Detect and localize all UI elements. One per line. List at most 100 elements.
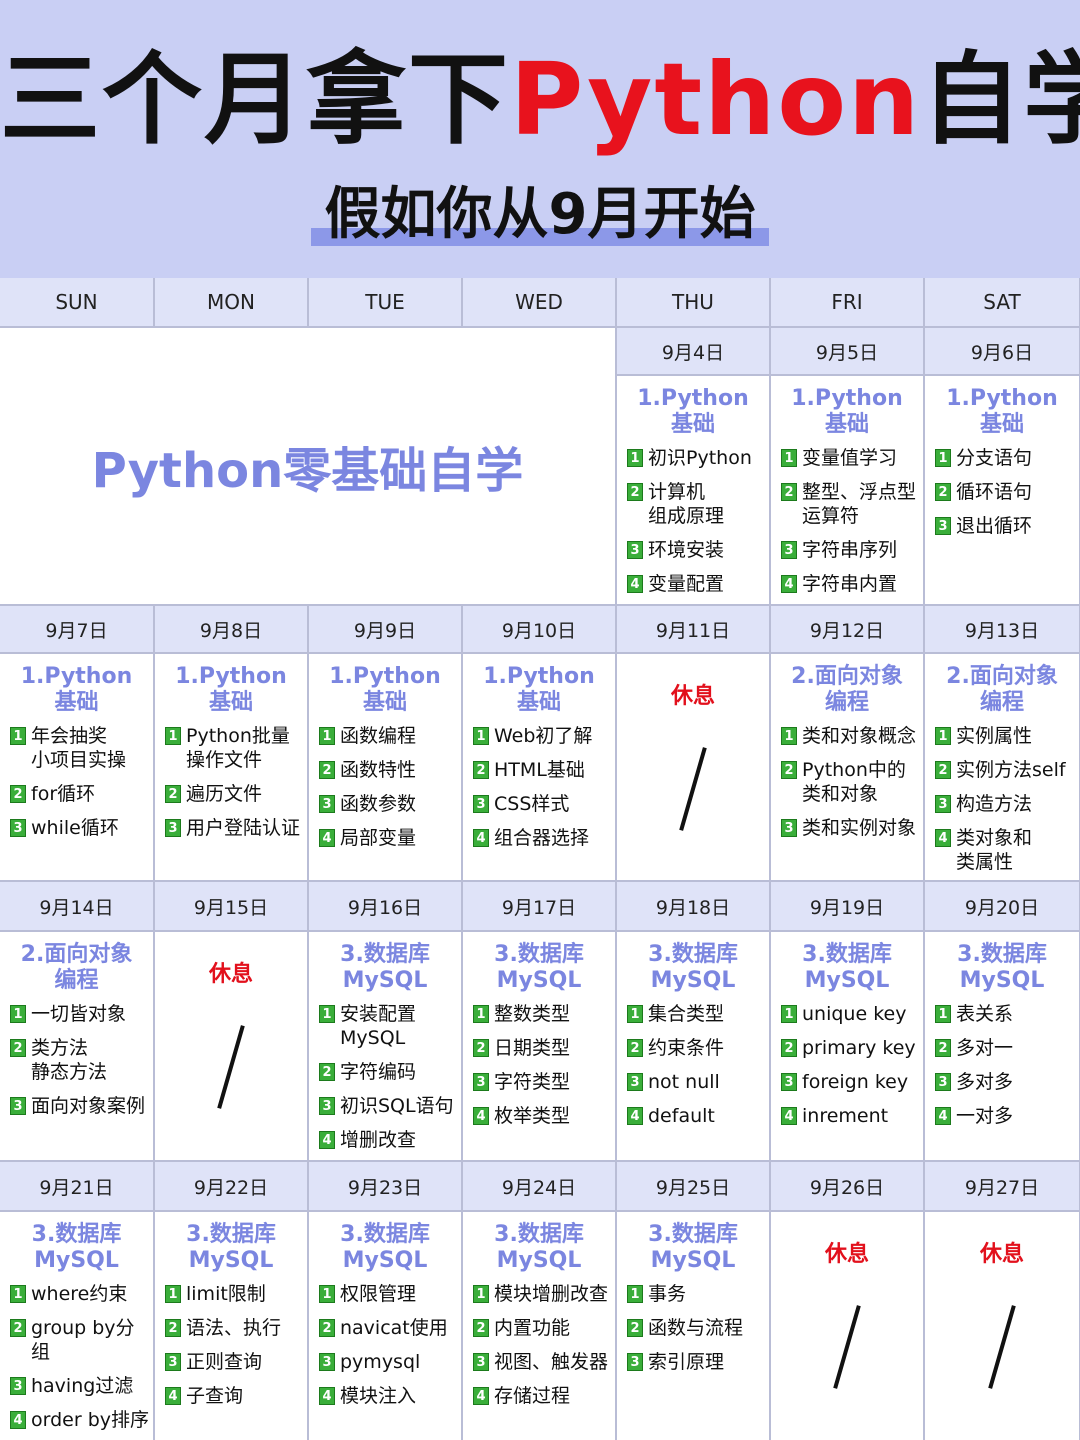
topic-item: 1 unique key (781, 1002, 923, 1026)
topic-item: 2 HTML基础 (473, 758, 615, 782)
date-label: 9月25日 (617, 1162, 769, 1210)
topic-text: 变量值学习 (802, 447, 898, 469)
rest-day: 休息 (771, 1212, 923, 1440)
topic-item: 2 for循环 (10, 782, 153, 806)
date-label: 9月12日 (771, 606, 923, 652)
slash-mark (833, 1305, 861, 1389)
slash-mark (679, 747, 707, 831)
number-badge: 2 (627, 1039, 643, 1057)
topic-text: 一切皆对象 (31, 1003, 127, 1025)
weekday-header: MON (155, 278, 307, 326)
topic-item: 1 模块增删改查 (473, 1282, 615, 1306)
topic-text: 事务 (648, 1283, 687, 1305)
topic-item: 2 遍历文件 (165, 782, 307, 806)
topic-item: 4 类对象和 类属性 (935, 826, 1079, 874)
day-plan: 3.数据库 MySQL 1 安装配置 MySQL 2 字符编码 3 初识SQL语句 4 增删改查 (309, 932, 461, 1160)
weekday-header: SUN (0, 278, 153, 326)
number-badge: 1 (781, 727, 797, 745)
day-plan: 3.数据库 MySQL 1 事务 2 函数与流程 3 索引原理 (617, 1212, 769, 1440)
day-plan: 1.Python 基础 1 Web初了解 2 HTML基础 3 CSS样式 4 组合器选择 (463, 654, 615, 880)
number-badge: 2 (935, 1039, 951, 1057)
topic-item: 2 函数特性 (319, 758, 461, 782)
topic-item: 1 Python批量 操作文件 (165, 724, 307, 772)
topic-item: 3 foreign key (781, 1070, 923, 1094)
topic-text: 日期类型 (494, 1037, 571, 1059)
topic-item: 3 字符类型 (473, 1070, 615, 1094)
number-badge: 1 (781, 449, 797, 467)
topic-item: 2 内置功能 (473, 1316, 615, 1340)
topic-item: 1 变量值学习 (781, 446, 923, 470)
calendar-grid: SUN MON TUE WED THU FRI SAT Python零基础自学 9月4日 1.Py… (0, 278, 1080, 1440)
module-title: 3.数据库 MySQL (802, 942, 892, 993)
number-badge: 3 (935, 1073, 951, 1091)
number-badge: 4 (165, 1387, 181, 1405)
topic-text: 约束条件 (648, 1037, 725, 1059)
topic-item: 1 集合类型 (627, 1002, 769, 1026)
module-title: 3.数据库 MySQL (494, 942, 584, 993)
number-badge: 3 (473, 1353, 489, 1371)
topic-item: 4 一对多 (935, 1104, 1079, 1128)
topic-item: 1 limit限制 (165, 1282, 307, 1306)
number-badge: 1 (10, 1285, 26, 1303)
topic-item: 1 函数编程 (319, 724, 461, 748)
number-badge: 4 (319, 1387, 335, 1405)
topic-item: 3 函数参数 (319, 792, 461, 816)
rest-label: 休息 (979, 1242, 1024, 1267)
day-plan: 2.面向对象 编程 1 一切皆对象 2 类方法 静态方法 3 面向对象案例 (0, 932, 153, 1160)
topic-text: 表关系 (956, 1003, 1014, 1025)
module-title: 2.面向对象 编程 (20, 942, 133, 993)
rest-day: 休息 (155, 932, 307, 1160)
topic-text: 循环语句 (956, 481, 1033, 503)
module-title: 2.面向对象 编程 (791, 664, 903, 715)
number-badge: 1 (10, 1005, 26, 1023)
topic-text: 分支语句 (956, 447, 1033, 469)
topic-text: 实例方法self (956, 759, 1066, 781)
topic-text: 存储过程 (494, 1385, 571, 1407)
topic-item: 3 构造方法 (935, 792, 1079, 816)
number-badge: 1 (935, 449, 951, 467)
topic-text: not null (648, 1071, 720, 1093)
number-badge: 2 (165, 1319, 181, 1337)
topic-text: having过滤 (31, 1375, 134, 1397)
topic-text: 语法、执行 (186, 1317, 282, 1339)
topic-item: 1 分支语句 (935, 446, 1079, 470)
date-label: 9月4日 (617, 328, 769, 374)
date-label: 9月14日 (0, 882, 153, 930)
topic-text: where约束 (31, 1283, 128, 1305)
number-badge: 3 (10, 1097, 26, 1115)
module-title: 2.面向对象 编程 (946, 664, 1058, 715)
topic-text: for循环 (31, 783, 96, 805)
topic-item: 3 退出循环 (935, 514, 1079, 538)
number-badge: 3 (473, 1073, 489, 1091)
topic-text: primary key (802, 1037, 916, 1059)
number-badge: 4 (627, 1107, 643, 1125)
date-label: 9月15日 (155, 882, 307, 930)
day-plan: 2.面向对象 编程 1 实例属性 2 实例方法self 3 构造方法 4 类对象和 类属性 (925, 654, 1079, 880)
topic-item: 3 正则查询 (165, 1350, 307, 1374)
number-badge: 3 (627, 1073, 643, 1091)
date-label: 9月5日 (771, 328, 923, 374)
topic-item: 1 安装配置 MySQL (319, 1002, 461, 1050)
topic-item: 3 while循环 (10, 816, 153, 840)
number-badge: 1 (935, 1005, 951, 1023)
number-badge: 4 (781, 1107, 797, 1125)
topic-item: 3 CSS样式 (473, 792, 615, 816)
number-badge: 3 (781, 819, 797, 837)
topic-text: 函数特性 (340, 759, 417, 781)
topic-item: 4 子查询 (165, 1384, 307, 1408)
topic-text: 集合类型 (648, 1003, 725, 1025)
topic-item: 1 where约束 (10, 1282, 153, 1306)
number-badge: 2 (935, 761, 951, 779)
topic-text: Web初了解 (494, 725, 593, 747)
day-plan: 3.数据库 MySQL 1 模块增删改查 2 内置功能 3 视图、触发器 4 存储过程 (463, 1212, 615, 1440)
intro-banner: Python零基础自学 (0, 328, 615, 604)
number-badge: 2 (319, 761, 335, 779)
topic-item: 2 日期类型 (473, 1036, 615, 1060)
topic-text: navicat使用 (340, 1317, 448, 1339)
number-badge: 1 (627, 449, 643, 467)
topic-text: 函数参数 (340, 793, 417, 815)
date-label: 9月21日 (0, 1162, 153, 1210)
module-title: 3.数据库 MySQL (31, 1222, 122, 1273)
number-badge: 1 (319, 1005, 335, 1023)
topic-text: unique key (802, 1003, 907, 1025)
